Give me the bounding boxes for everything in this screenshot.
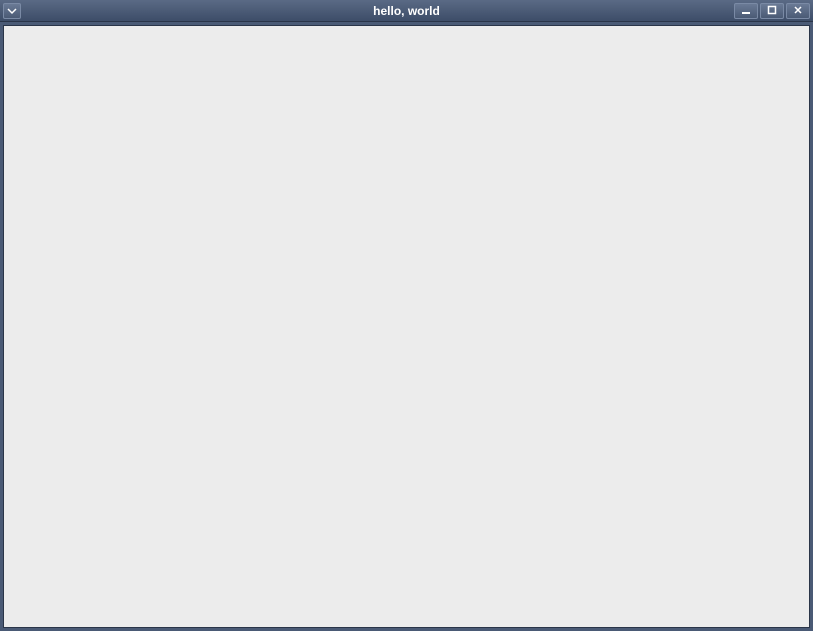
content-area bbox=[3, 25, 810, 628]
window-body bbox=[0, 22, 813, 631]
close-icon bbox=[793, 2, 803, 20]
titlebar[interactable]: hello, world bbox=[0, 0, 813, 22]
system-menu-button[interactable] bbox=[3, 3, 21, 19]
window-controls bbox=[734, 3, 810, 19]
minimize-button[interactable] bbox=[734, 3, 758, 19]
maximize-button[interactable] bbox=[760, 3, 784, 19]
close-button[interactable] bbox=[786, 3, 810, 19]
application-window: hello, world bbox=[0, 0, 813, 631]
chevron-down-icon bbox=[7, 2, 17, 20]
minimize-icon bbox=[741, 2, 751, 20]
maximize-icon bbox=[767, 2, 777, 20]
window-title: hello, world bbox=[373, 4, 440, 18]
